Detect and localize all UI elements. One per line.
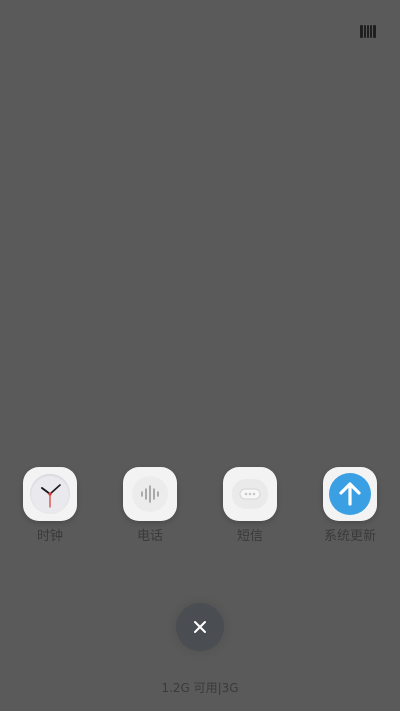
system-update-icon — [323, 467, 377, 521]
close-icon — [194, 621, 206, 633]
app-clock[interactable]: 时钟 — [0, 467, 100, 545]
app-label: 时钟 — [36, 529, 63, 544]
app-label: 系统更新 — [323, 529, 376, 544]
phone-icon — [123, 467, 177, 521]
app-phone[interactable]: 电话 — [100, 467, 200, 545]
app-label: 电话 — [136, 529, 163, 544]
clock-icon — [23, 467, 77, 521]
app-messages[interactable]: 短信 — [200, 467, 300, 545]
memory-status: 1.2G 可用|3G — [161, 681, 239, 695]
message-icon — [223, 467, 277, 521]
app-label: 短信 — [236, 529, 263, 544]
recent-apps-row: 时钟 电话 短信 系统更新 — [0, 467, 400, 557]
app-system-update[interactable]: 系统更新 — [300, 467, 400, 545]
close-button[interactable] — [176, 603, 224, 651]
signal-bars-icon — [360, 25, 376, 38]
